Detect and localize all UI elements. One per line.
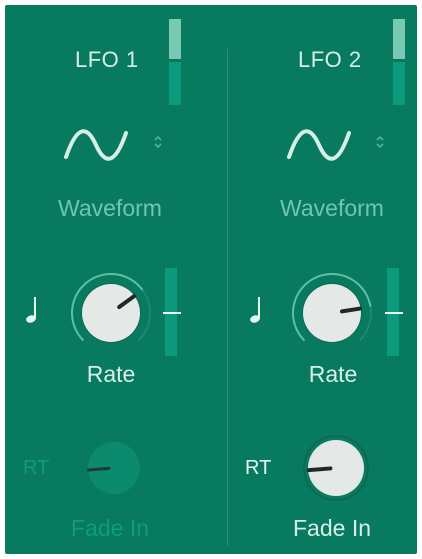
lfo2-title: LFO 2 [298,47,362,72]
lfo1-quarter-note-icon[interactable] [24,295,40,325]
lfo2-level-meter[interactable] [393,19,405,105]
lfo1-sine-wave-icon[interactable] [63,127,129,163]
lfo2-rate-label: Rate [308,361,358,387]
lfo2-fade-in-label: Fade In [293,515,371,541]
lfo1-level-meter[interactable] [169,19,181,105]
lfo2-rate-knob[interactable] [290,271,374,355]
lfo1-fade-in-knob[interactable] [83,437,145,499]
lfo2-waveform-label: Waveform [280,195,384,221]
lfo2-quarter-note-icon[interactable] [248,295,264,325]
lfo1-rt-label[interactable]: RT [23,457,49,480]
lfo-panel: LFO 1 Waveform Rate RT Fade In LFO 2 Wav… [5,5,417,554]
lfo-divider [227,49,228,546]
lfo2-waveform-stepper-icon[interactable] [374,133,386,152]
lfo2-fade-in-knob[interactable] [303,435,369,501]
lfo1-fade-in-label: Fade In [71,515,149,541]
lfo1-rate-meter[interactable] [163,268,181,356]
lfo2-rt-label[interactable]: RT [245,457,271,480]
lfo1-rate-label: Rate [86,361,136,387]
lfo2-sine-wave-icon[interactable] [286,127,352,163]
lfo1-waveform-stepper-icon[interactable] [152,133,164,152]
lfo1-waveform-label: Waveform [58,195,162,221]
lfo1-title: LFO 1 [75,47,139,72]
lfo2-rate-meter[interactable] [385,268,403,356]
lfo1-rate-knob[interactable] [69,271,153,355]
